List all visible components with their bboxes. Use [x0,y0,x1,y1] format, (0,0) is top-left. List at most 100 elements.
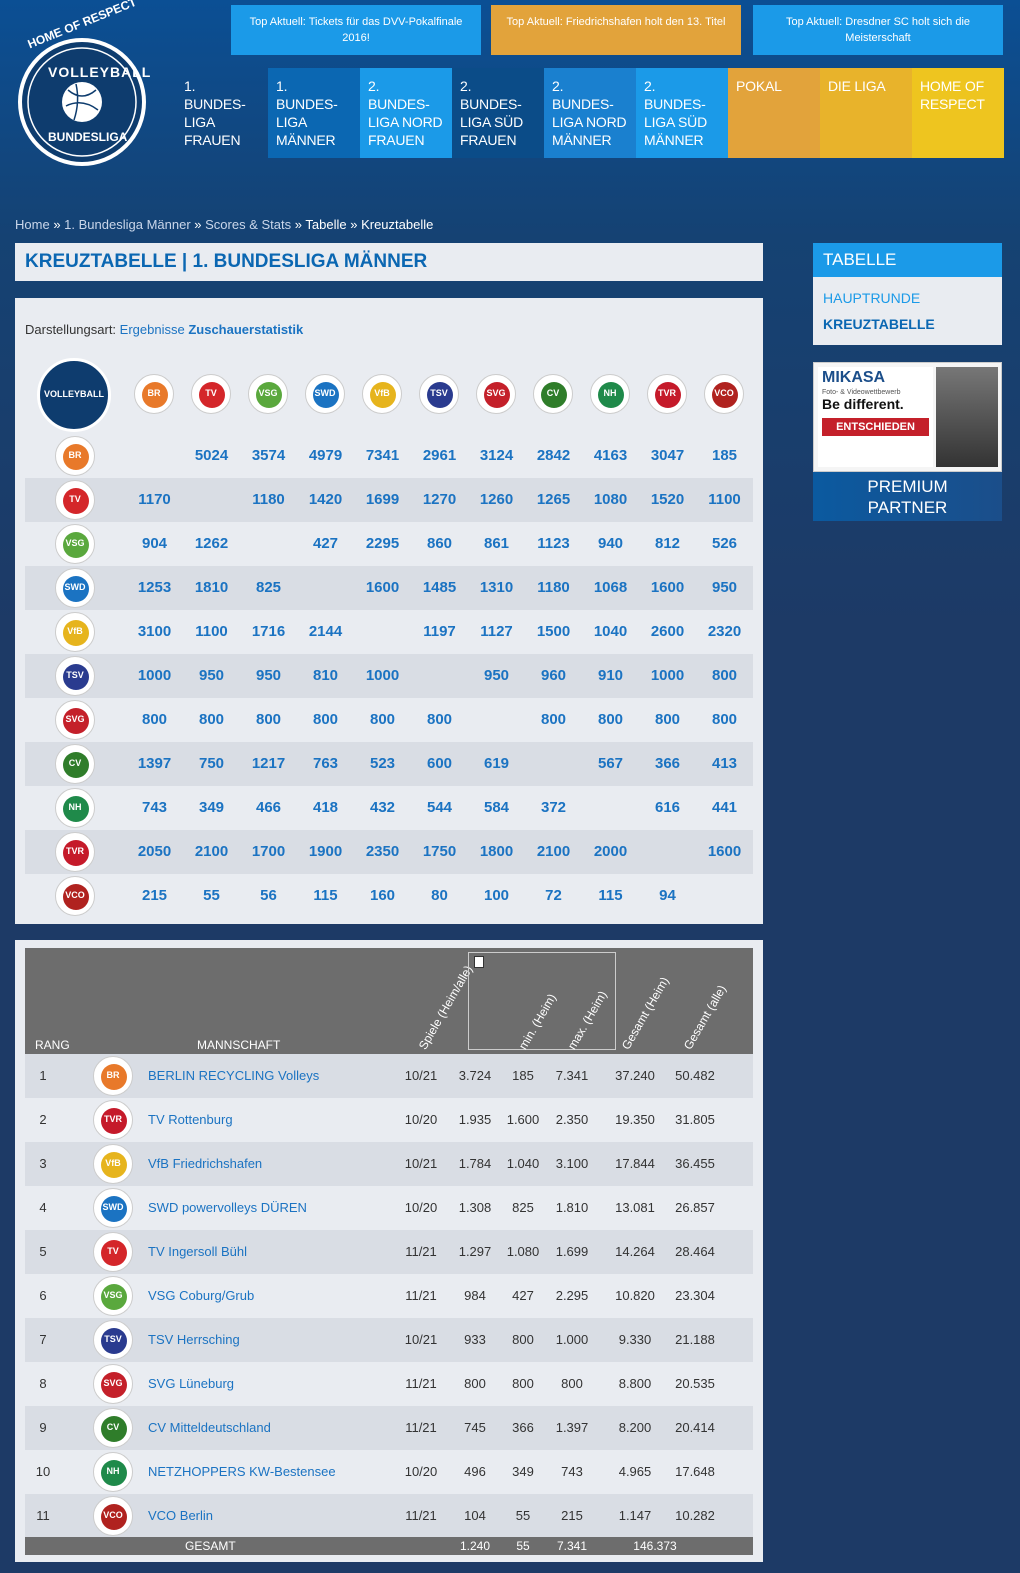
cross-table-cell: 2000 [593,843,628,860]
team-logo-abbr: TV [205,388,217,398]
team-logo-abbr: SVG [486,388,506,398]
ranking-gh: 1.147 [618,1508,652,1523]
nav-item[interactable]: DIE LIGA [820,68,912,158]
ranking-ga: 36.455 [675,1156,715,1171]
col-gesamt-heim[interactable]: Gesamt (Heim) [619,975,672,1052]
breadcrumb-1bl-maenner[interactable]: 1. Bundesliga Männer [64,217,190,232]
team-name-link[interactable]: VfB Friedrichshafen [148,1142,398,1186]
ranking-row: 5 TV Ingersoll Bühl 11/21 1.297 1.080 1.699 14… [25,1230,753,1274]
ranking-spiele: 10/20 [404,1464,438,1479]
team-logo-abbr: TV [107,1246,119,1256]
team-logo: VSG [248,374,288,414]
ranking-spiele: 11/21 [405,1376,437,1391]
news-tile[interactable]: Top Aktuell: Friedrichshafen holt den 13… [491,5,741,55]
cross-table-cell: 185 [711,447,738,464]
cross-table-cell: 4163 [593,447,628,464]
team-name-link[interactable]: TV Rottenburg [148,1098,398,1142]
nav-item[interactable]: HOME OF RESPECT [912,68,1004,158]
cross-table-cell: 1100 [708,491,741,508]
ranking-rang: 5 [39,1244,47,1259]
nav-item[interactable]: 1. BUNDES-LIGA MÄNNER [268,68,360,158]
cross-table-cell: 1040 [593,623,628,640]
team-logo: BR [134,374,174,414]
cross-table-cell: 950 [198,667,225,684]
cross-table-cell: 2050 [137,843,172,860]
team-name-link[interactable]: TSV Herrsching [148,1318,398,1362]
team-logo-abbr: VCO [103,1510,123,1520]
ranking-min: 366 [512,1420,534,1435]
mikasa-ad-banner[interactable]: MIKASA Foto- & Videowettbewerb Be differ… [813,362,1002,472]
team-name-link[interactable]: CV Mitteldeutschland [148,1406,398,1450]
team-logo: SVG [476,374,516,414]
cross-table-cell: 1170 [138,491,171,508]
sidebar-item-hauptrunde[interactable]: HAUPTRUNDE [823,285,992,311]
breadcrumb-home[interactable]: Home [15,217,50,232]
ranking-avg: 104 [464,1508,486,1523]
team-logo: TVR [55,832,95,872]
cross-table-cell: 3574 [251,447,286,464]
sidebar-item-kreuztabelle[interactable]: KREUZTABELLE [823,311,992,337]
ranking-row: 11 VCO Berlin 11/21 104 55 215 1.147 10.282 [25,1494,753,1538]
nav-item[interactable]: 2. BUNDES-LIGA NORD FRAUEN [360,68,452,158]
ranking-rang: 11 [36,1508,50,1523]
cross-table-cell: 441 [711,799,738,816]
team-logo-abbr: SVG [65,714,85,724]
ranking-spiele: 11/21 [405,1420,437,1435]
team-logo: TV [93,1232,133,1272]
ranking-gh: 37.240 [615,1068,655,1083]
display-mode-zuschauer[interactable]: Zuschauerstatistik [188,322,303,337]
nav-item[interactable]: 2. BUNDES-LIGA NORD MÄNNER [544,68,636,158]
team-name-link[interactable]: SVG Lüneburg [148,1362,398,1406]
team-name-link[interactable]: VSG Coburg/Grub [148,1274,398,1318]
cross-table-cell: 1500 [536,623,571,640]
ranking-avg: 1.935 [458,1112,492,1127]
ranking-avg: 933 [464,1332,486,1347]
team-logo: NH [55,788,95,828]
volleyball-bundesliga-logo[interactable]: HOME OF RESPECT VOLLEYBALL BUNDESLIGA [18,0,158,170]
ranking-avg: 1.784 [458,1156,492,1171]
ranking-max: 1.000 [555,1332,589,1347]
cross-table-cell: 616 [654,799,681,816]
team-name-link[interactable]: NETZHOPPERS KW-Bestensee [148,1450,398,1494]
ranking-ga: 26.857 [675,1200,715,1215]
cross-table-cell: 366 [654,755,681,772]
display-mode-ergebnisse[interactable]: Ergebnisse [120,322,185,337]
news-tile[interactable]: Top Aktuell: Tickets für das DVV-Pokalfi… [231,5,481,55]
team-logo: VSG [93,1276,133,1316]
nav-item[interactable]: 2. BUNDES-LIGA SÜD FRAUEN [452,68,544,158]
ranking-min: 1.080 [506,1244,540,1259]
cross-table-cell: 763 [312,755,339,772]
ranking-min: 800 [512,1376,534,1391]
cross-table-cell: 1699 [365,491,400,508]
team-logo: TSV [55,656,95,696]
news-tile[interactable]: Top Aktuell: Dresdner SC holt sich die M… [753,5,1003,55]
nav-item[interactable]: POKAL [728,68,820,158]
breadcrumb-scores-stats[interactable]: Scores & Stats [205,217,291,232]
cross-table-cell: 1068 [593,579,628,596]
cross-table-cell: 750 [198,755,225,772]
team-name-link[interactable]: TV Ingersoll Bühl [148,1230,398,1274]
nav-item[interactable]: 2. BUNDES-LIGA SÜD MÄNNER [636,68,728,158]
col-gesamt-alle[interactable]: Gesamt (alle) [681,983,729,1052]
col-mannschaft[interactable]: MANNSCHAFT [197,1038,280,1052]
team-name-link[interactable]: SWD powervolleys DÜREN [148,1186,398,1230]
ranking-header: RANG MANNSCHAFT Spiele (Heim/alle) min. … [25,948,753,1054]
team-logo: SVG [93,1364,133,1404]
breadcrumb-tabelle[interactable]: Tabelle [305,217,346,232]
cross-table-cell: 372 [540,799,567,816]
ranking-row: 10 NETZHOPPERS KW-Bestensee 10/20 496 349 743… [25,1450,753,1494]
team-name-link[interactable]: VCO Berlin [148,1494,398,1538]
ranking-panel: RANG MANNSCHAFT Spiele (Heim/alle) min. … [15,940,763,1562]
team-logo: NH [590,374,630,414]
ranking-min: 800 [512,1332,534,1347]
team-logo: CV [55,744,95,784]
cross-table-cell: 1397 [137,755,172,772]
nav-item[interactable]: 1. BUNDES-LIGA FRAUEN [176,68,268,158]
col-spiele[interactable]: Spiele (Heim/alle) [416,963,475,1052]
team-name-link[interactable]: BERLIN RECYCLING Volleys [148,1054,398,1098]
col-rang[interactable]: RANG [35,1038,70,1052]
cross-table-cell: 94 [659,887,676,904]
team-logo-abbr: NH [68,802,82,812]
team-logo-abbr: VCO [714,388,734,398]
team-logo-abbr: TVR [66,846,84,856]
